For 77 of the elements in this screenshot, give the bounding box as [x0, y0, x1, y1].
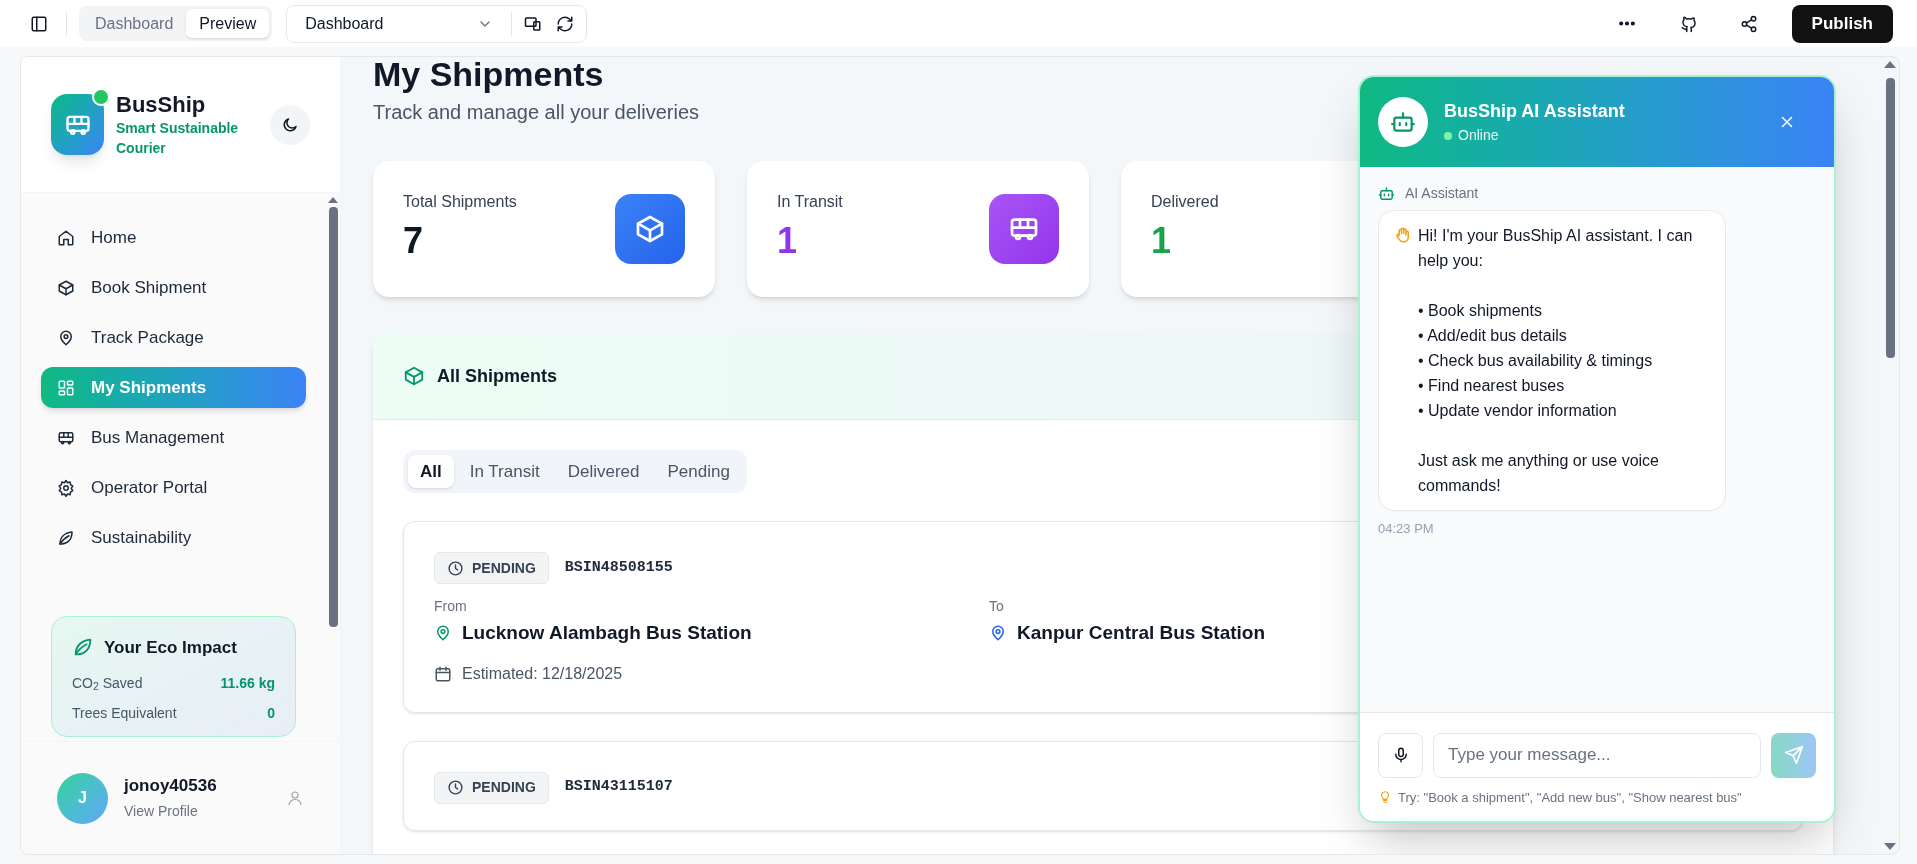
- view-profile-link[interactable]: View Profile: [124, 802, 198, 819]
- filter-tab[interactable]: In Transit: [457, 455, 552, 488]
- estimated-date: Estimated: 12/18/2025: [462, 663, 623, 684]
- user-name: jonoy40536: [124, 775, 218, 798]
- mode-tab[interactable]: Preview: [186, 9, 270, 38]
- stat-label: In Transit: [777, 192, 843, 212]
- tracking-id: BSIN43115107: [564, 777, 673, 798]
- waving-hand-icon: [1394, 226, 1412, 244]
- clock-icon: [447, 779, 464, 796]
- user-icon: [286, 789, 304, 807]
- eco-stat-label: CO$_{2}$ Saved: [72, 673, 143, 694]
- sidebar-nav-item[interactable]: Bus Management: [41, 417, 306, 458]
- devices-icon: [524, 14, 543, 33]
- more-icon: [1617, 21, 1636, 26]
- to-label: To: [989, 597, 1005, 616]
- origin-station: Lucknow Alambagh Bus Station: [462, 621, 752, 645]
- filter-tab[interactable]: Pending: [655, 455, 742, 488]
- moon-icon: [281, 115, 299, 134]
- status-badge: PENDING: [434, 771, 549, 804]
- stat-label: Delivered: [1151, 192, 1219, 212]
- publish-button[interactable]: Publish: [1791, 4, 1893, 43]
- clock-icon: [447, 559, 464, 577]
- brand-tagline: Smart Sustainable Courier: [116, 119, 240, 159]
- theme-toggle-button[interactable]: [270, 104, 310, 145]
- message-input[interactable]: Type your message...: [1433, 732, 1761, 778]
- online-status: Online: [1458, 126, 1499, 145]
- box-icon: [57, 278, 75, 297]
- home-icon: [57, 228, 75, 247]
- sidebar-nav-item[interactable]: Home: [41, 217, 306, 258]
- destination-station: Kanpur Central Bus Station: [1017, 621, 1266, 645]
- sender-label: AI Assistant: [1405, 184, 1479, 203]
- stat-value: 1: [1151, 219, 1173, 263]
- from-label: From: [434, 597, 468, 616]
- eco-stat-label: Trees Equivalent: [72, 703, 177, 723]
- lightbulb-icon: [1378, 790, 1392, 805]
- box-icon: [403, 365, 425, 387]
- location-pin-icon: [57, 328, 75, 347]
- box-icon: [634, 213, 666, 245]
- section-title: All Shipments: [437, 364, 557, 388]
- brand-name: BusShip: [116, 90, 207, 119]
- filter-tab[interactable]: Delivered: [555, 455, 652, 488]
- mode-tab[interactable]: Dashboard: [82, 9, 187, 38]
- robot-icon: [1378, 185, 1395, 202]
- location-pin-icon: [434, 624, 452, 643]
- sidebar-nav-item[interactable]: Operator Portal: [41, 467, 306, 508]
- refresh-icon: [556, 14, 575, 33]
- message-time: 04:23 PM: [1378, 520, 1435, 538]
- share-icon: [1739, 14, 1758, 33]
- leaf-icon: [57, 528, 75, 547]
- eco-impact-title: Your Eco Impact: [104, 636, 237, 659]
- grid-icon: [57, 378, 75, 397]
- page-select[interactable]: Dashboard: [287, 5, 512, 42]
- page-title: My Shipments: [373, 57, 605, 93]
- eco-stat-value: 11.66 kg: [220, 673, 275, 693]
- eco-stat-value: 0: [267, 703, 275, 723]
- message-text: Hi! I'm your BusShip AI assistant. I can help you: • Book shipments • Add/edit bus details • Check bus availability & timings • Find nearest buses • Update vendor information Just ask me anything or use voice commands!: [1418, 226, 1694, 496]
- avatar: J: [57, 772, 108, 824]
- sidebar-toggle-icon: [30, 14, 48, 33]
- page-subtitle: Track and manage all your deliveries: [373, 100, 700, 125]
- stat-value: 7: [403, 219, 425, 263]
- calendar-icon: [434, 664, 452, 683]
- settings-icon: [57, 478, 75, 497]
- tracking-id: BSIN48508155: [564, 557, 673, 578]
- suggestion-hint: Try: "Book a shipment", "Add new bus", "Show nearest bus": [1398, 788, 1742, 807]
- location-pin-icon: [989, 624, 1007, 643]
- robot-icon: [1390, 109, 1416, 135]
- sidebar-nav-item[interactable]: Book Shipment: [41, 267, 306, 308]
- stat-value: 1: [777, 219, 799, 263]
- filter-tab[interactable]: All: [408, 455, 454, 488]
- chat-title: BusShip AI Assistant: [1444, 100, 1626, 123]
- send-icon: [1783, 745, 1804, 765]
- status-badge: PENDING: [434, 552, 549, 584]
- sidebar-nav-item[interactable]: Sustainability: [41, 517, 306, 558]
- sidebar-nav-item[interactable]: Track Package: [41, 317, 306, 358]
- stat-label: Total Shipments: [403, 192, 517, 212]
- microphone-button[interactable]: [1378, 732, 1423, 778]
- cat-icon: [1679, 14, 1698, 33]
